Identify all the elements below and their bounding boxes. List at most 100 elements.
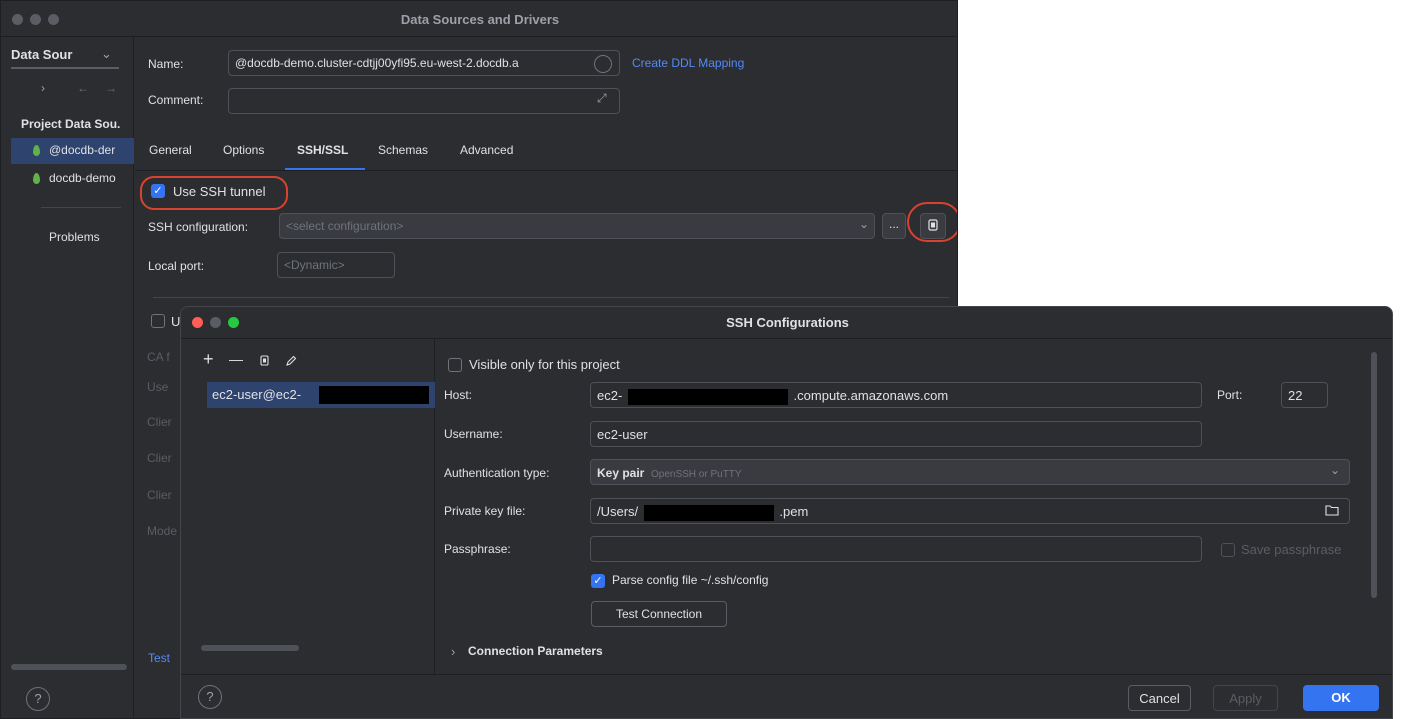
chevron-down-icon: ⌄ — [1330, 463, 1341, 477]
edit-pencil-icon[interactable] — [285, 355, 297, 367]
redacted-block — [627, 388, 788, 405]
auth-type-label: Authentication type: — [444, 466, 550, 480]
sidebar-item-label: @docdb-der — [49, 143, 116, 157]
sidebar-scrollbar[interactable] — [11, 664, 127, 670]
tab-advanced[interactable]: Advanced — [460, 143, 513, 157]
auth-type-hint: OpenSSH or PuTTY — [650, 469, 742, 480]
forward-arrow-icon[interactable]: → — [105, 81, 117, 95]
chevron-down-icon: ⌄ — [101, 46, 112, 61]
save-passphrase-checkbox[interactable] — [1221, 543, 1235, 557]
test-connection-button[interactable]: Test Connection — [591, 601, 727, 627]
use-ssl-label: U — [171, 314, 181, 329]
ssh-configuration-select[interactable]: <select configuration> — [279, 213, 875, 239]
host-label: Host: — [444, 388, 473, 402]
redacted-block — [643, 504, 774, 521]
chevron-down-icon: ⌄ — [859, 217, 870, 231]
save-passphrase-label: Save passphrase — [1241, 542, 1342, 557]
private-key-input[interactable]: /Users/ .pem — [590, 498, 1350, 524]
create-ddl-mapping-link[interactable]: Create DDL Mapping — [632, 56, 744, 70]
username-label: Username: — [444, 427, 503, 441]
auth-type-select[interactable]: Key pair OpenSSH or PuTTY — [590, 459, 1350, 485]
expand-icon[interactable]: › — [41, 81, 45, 95]
use-ssh-tunnel-checkbox[interactable]: ✓ — [151, 184, 165, 198]
connection-parameters-toggle[interactable]: Connection Parameters — [468, 644, 603, 658]
local-port-input[interactable]: <Dynamic> — [277, 252, 395, 278]
chevron-right-icon[interactable]: › — [451, 644, 455, 659]
ssl-row-label: Mode — [147, 524, 178, 538]
sidebar-divider — [41, 207, 121, 208]
sidebar-item-docdb-demo[interactable]: docdb-demo — [11, 166, 134, 192]
name-label: Name: — [148, 57, 184, 71]
configurations-list-pane: + — ec2-user@ec2- — [181, 339, 435, 674]
use-ssh-tunnel-label: Use SSH tunnel — [173, 184, 266, 199]
passphrase-label: Passphrase: — [444, 542, 511, 556]
window-title: Data Sources and Drivers — [400, 12, 560, 27]
help-button[interactable]: ? — [26, 687, 50, 711]
copy-icon[interactable] — [259, 355, 271, 367]
port-input[interactable]: 22 — [1281, 382, 1328, 408]
ssl-row-label: CA f — [147, 350, 170, 364]
tab-options[interactable]: Options — [223, 143, 264, 157]
username-input[interactable]: ec2-user — [590, 421, 1202, 447]
tab-schemas[interactable]: Schemas — [378, 143, 428, 157]
tab-general[interactable]: General — [149, 143, 192, 157]
help-button[interactable]: ? — [198, 685, 222, 709]
name-input[interactable]: @docdb-demo.cluster-cdtjj00yfi95.eu-west… — [228, 50, 620, 76]
list-item[interactable]: ec2-user@ec2- — [207, 382, 435, 408]
dropdown-label: Data Sour — [11, 47, 73, 62]
use-ssl-checkbox[interactable] — [151, 314, 165, 328]
host-suffix: .compute.amazonaws.com — [793, 388, 949, 403]
tab-divider — [135, 170, 957, 171]
test-connection-link[interactable]: Test — [148, 651, 170, 665]
comment-input[interactable] — [228, 88, 620, 114]
ok-button[interactable]: OK — [1303, 685, 1379, 711]
visible-only-label: Visible only for this project — [469, 357, 620, 372]
sidebar-item-problems[interactable]: Problems — [49, 230, 100, 244]
expand-diagonal-icon[interactable]: ⤢ — [597, 91, 607, 106]
back-arrow-icon[interactable]: ← — [77, 81, 89, 95]
browse-button[interactable]: ... — [882, 213, 906, 239]
auth-type-value: Key pair — [597, 466, 645, 480]
data-sources-dropdown[interactable]: Data Sour ⌄ — [11, 46, 119, 69]
add-icon[interactable]: + — [203, 349, 214, 370]
tab-ssh-ssl[interactable]: SSH/SSL — [297, 143, 348, 157]
folder-icon[interactable] — [1325, 504, 1339, 516]
comment-label: Comment: — [148, 93, 204, 107]
ssh-configuration-label: SSH configuration: — [148, 220, 249, 234]
form-scrollbar[interactable] — [1371, 352, 1377, 598]
ssl-row-label: Clier — [147, 488, 172, 502]
sidebar: Data Sour ⌄ › ← → Project Data Sou. @doc… — [1, 37, 134, 718]
section-title: Project Data Sou. — [21, 117, 121, 131]
list-item-label: ec2-user@ec2- — [212, 387, 302, 402]
color-circle-icon[interactable] — [594, 55, 612, 73]
host-input[interactable]: ec2- .compute.amazonaws.com — [590, 382, 1202, 408]
key-prefix: /Users/ — [597, 504, 639, 519]
ssl-row-label: Clier — [147, 451, 172, 465]
ssh-configurations-dialog: SSH Configurations + — ec2-user@ec2- Vis… — [180, 306, 1393, 719]
parse-config-label: Parse config file ~/.ssh/config — [612, 573, 769, 587]
local-port-label: Local port: — [148, 259, 205, 273]
dialog-title-bar: SSH Configurations — [181, 307, 1392, 339]
dialog-title: SSH Configurations — [726, 315, 849, 330]
window-title-bar: Data Sources and Drivers — [1, 1, 957, 37]
ssl-row-label: Clier — [147, 415, 172, 429]
passphrase-input[interactable] — [590, 536, 1202, 562]
mongodb-leaf-icon — [33, 145, 40, 156]
key-suffix: .pem — [779, 504, 809, 519]
visible-only-checkbox[interactable] — [448, 358, 462, 372]
ssl-row-label: Use — [147, 380, 169, 394]
redacted-block — [319, 386, 429, 404]
sidebar-item-docdb-selected[interactable]: @docdb-der — [11, 138, 134, 164]
ssh-configurations-button[interactable] — [920, 213, 946, 239]
copy-icon — [928, 219, 938, 231]
cancel-button[interactable]: Cancel — [1128, 685, 1191, 711]
ssh-ssl-divider — [153, 297, 949, 298]
remove-icon[interactable]: — — [229, 351, 243, 367]
apply-button[interactable]: Apply — [1213, 685, 1278, 711]
mongodb-leaf-icon — [33, 173, 40, 184]
list-scrollbar[interactable] — [201, 645, 299, 651]
sidebar-item-label: docdb-demo — [49, 171, 116, 185]
dialog-footer: ? Cancel Apply OK — [181, 674, 1392, 718]
port-label: Port: — [1217, 388, 1243, 402]
parse-config-checkbox[interactable]: ✓ — [591, 574, 605, 588]
